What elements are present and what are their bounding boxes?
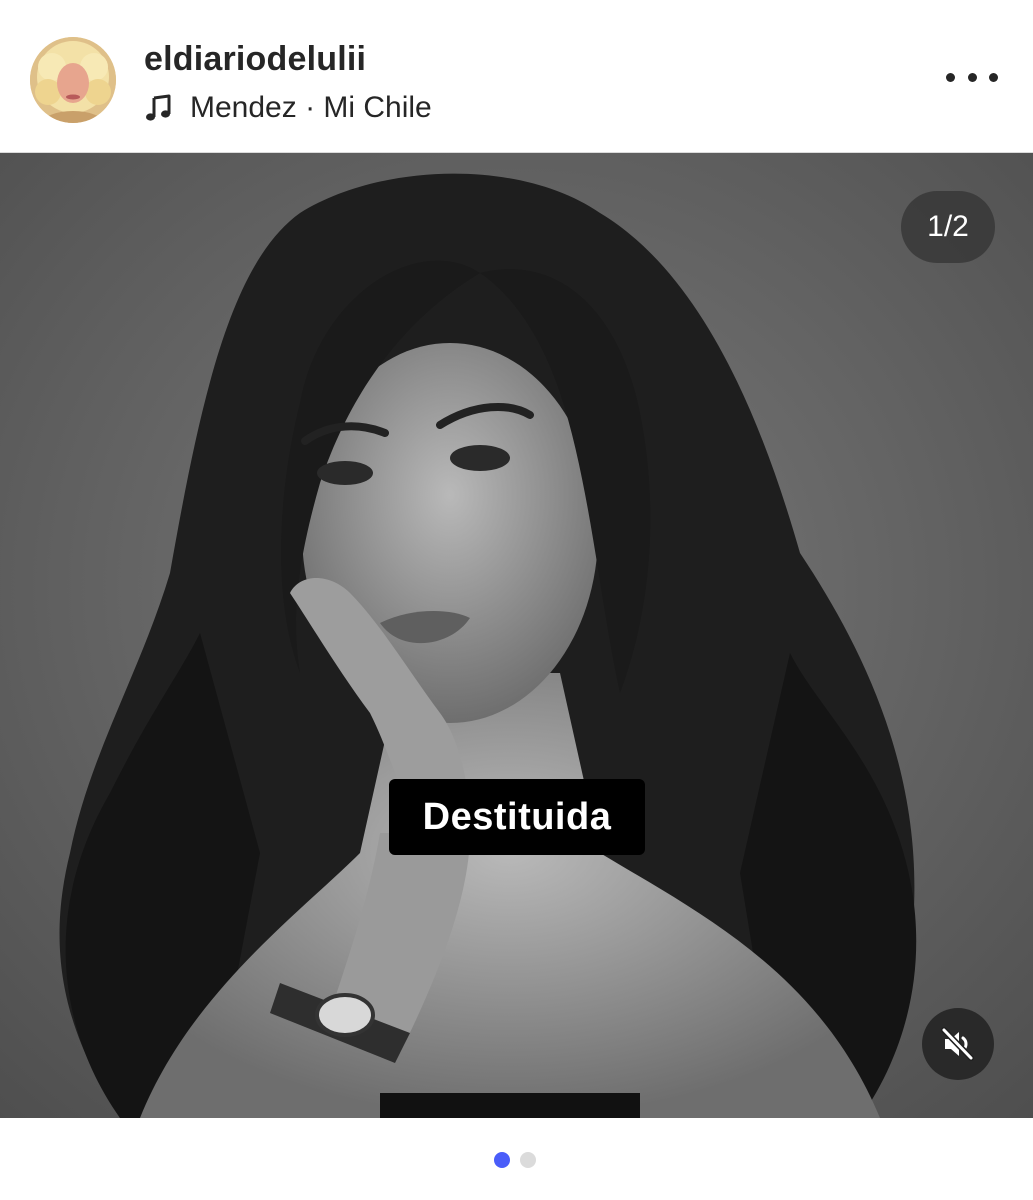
more-options-button[interactable] <box>946 62 998 92</box>
photo-caption-label: Destituida <box>389 779 645 855</box>
username[interactable]: eldiariodelulii <box>144 40 366 79</box>
muted-speaker-icon <box>941 1027 974 1061</box>
pagination-dot[interactable] <box>520 1152 536 1168</box>
music-note-icon <box>146 94 171 121</box>
post-media[interactable] <box>0 153 1033 1118</box>
avatar-image <box>30 37 116 123</box>
music-attribution[interactable]: Mendez · Mi Chile <box>144 88 432 128</box>
pagination-dot-active[interactable] <box>494 1152 510 1168</box>
profile-avatar[interactable] <box>30 37 116 123</box>
music-track-label: Mendez · Mi Chile <box>190 91 432 124</box>
carousel-counter: 1/2 <box>901 191 995 263</box>
post-photo <box>0 153 1033 1118</box>
carousel-pagination <box>494 1152 536 1168</box>
mute-toggle-button[interactable] <box>922 1008 994 1080</box>
post-header: eldiariodelulii Mendez · Mi Chile <box>0 0 1033 152</box>
more-horizontal-icon <box>946 72 955 82</box>
